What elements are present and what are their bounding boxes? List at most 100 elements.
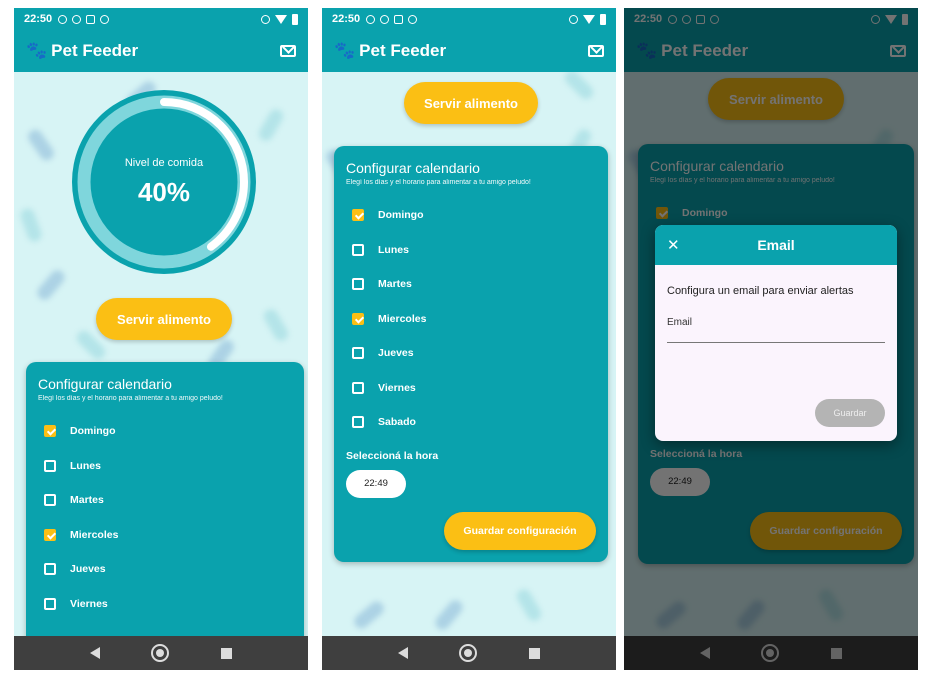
back-icon[interactable]	[397, 647, 408, 659]
checkbox-unchecked-icon[interactable]	[352, 243, 364, 256]
calendar-subtitle: Elegí los días y el horario para aliment…	[38, 395, 223, 402]
days-list: Domingo Lunes Martes Miercoles Jueves Viernes…	[346, 198, 596, 440]
checkbox-unchecked-icon[interactable]	[44, 597, 56, 610]
battery-icon	[600, 13, 606, 25]
day-label: Domingo	[70, 425, 116, 438]
app-title: Pet Feeder	[51, 41, 139, 60]
sync-icon	[569, 14, 578, 24]
checkbox-unchecked-icon[interactable]	[352, 278, 364, 291]
checkbox-unchecked-icon[interactable]	[352, 347, 364, 360]
days-list: Domingo Lunes Martes Miercoles Jueves Viernes	[38, 414, 292, 621]
day-label: Miercoles	[70, 528, 119, 541]
clipboard-icon	[86, 14, 96, 24]
serve-food-button[interactable]: Servir alimento	[404, 82, 538, 124]
dialog-header: ✕ Email	[655, 225, 897, 265]
serve-food-button[interactable]: Servir alimento	[96, 298, 232, 340]
location-icon	[72, 14, 82, 24]
home-icon[interactable]	[151, 644, 170, 662]
app-bar: 🐾 Pet Feeder	[14, 30, 308, 72]
day-row-domingo[interactable]: Domingo	[38, 414, 292, 449]
day-row-viernes[interactable]: Viernes	[346, 371, 596, 406]
save-config-button[interactable]: Guardar configuración	[444, 512, 596, 550]
paw-icon: 🐾	[26, 41, 48, 60]
recents-icon[interactable]	[529, 647, 541, 659]
email-field[interactable]: Email	[667, 317, 885, 343]
screen-calendar: 22:50 🐾 Pet Feeder Servir alimento Confi…	[322, 8, 616, 670]
eye-icon	[366, 14, 376, 24]
food-level-gauge: Nivel de comida 40%	[72, 90, 256, 274]
app-bar: 🐾 Pet Feeder	[322, 30, 616, 72]
calendar-card: Configurar calendario Elegí los días y e…	[334, 146, 608, 562]
location-icon	[380, 14, 390, 24]
day-label: Lunes	[378, 243, 409, 256]
checkbox-unchecked-icon[interactable]	[44, 494, 56, 507]
clipboard-icon	[394, 14, 404, 24]
calendar-title: Configurar calendario	[38, 376, 172, 392]
status-time: 22:50	[24, 13, 53, 25]
nav-bar	[14, 636, 308, 670]
checkbox-unchecked-icon[interactable]	[44, 459, 56, 472]
sync-icon	[261, 14, 270, 24]
cloud-icon	[100, 14, 110, 24]
wifi-icon	[583, 14, 595, 24]
wifi-icon	[275, 14, 287, 24]
day-row-jueves[interactable]: Jueves	[346, 336, 596, 371]
mail-icon[interactable]	[588, 45, 604, 57]
day-label: Martes	[378, 278, 412, 291]
day-row-jueves[interactable]: Jueves	[38, 552, 292, 587]
eye-icon	[58, 14, 68, 24]
calendar-card: Configurar calendario Elegí los días y e…	[26, 362, 304, 670]
day-label: Domingo	[378, 209, 424, 222]
nav-bar	[322, 636, 616, 670]
back-icon[interactable]	[89, 647, 100, 659]
checkbox-checked-icon[interactable]	[352, 312, 364, 325]
time-picker[interactable]: 22:49	[346, 469, 406, 498]
cloud-icon	[408, 14, 418, 24]
checkbox-checked-icon[interactable]	[44, 528, 56, 541]
save-email-button[interactable]: Guardar	[815, 399, 885, 427]
dialog-message: Configura un email para enviar alertas	[667, 285, 854, 297]
paw-icon: 🐾	[334, 41, 356, 60]
close-icon[interactable]: ✕	[667, 236, 683, 254]
app-title: Pet Feeder	[359, 41, 447, 60]
home-icon[interactable]	[459, 644, 478, 662]
dialog-title: Email	[757, 237, 795, 253]
day-row-sabado[interactable]: Sabado	[346, 405, 596, 440]
checkbox-unchecked-icon[interactable]	[44, 563, 56, 576]
day-row-martes[interactable]: Martes	[346, 267, 596, 302]
day-row-viernes[interactable]: Viernes	[38, 587, 292, 622]
status-bar: 22:50	[14, 8, 308, 30]
checkbox-checked-icon[interactable]	[44, 425, 56, 438]
mail-icon[interactable]	[280, 45, 296, 57]
day-label: Viernes	[70, 597, 108, 610]
email-dialog: ✕ Email Configura un email para enviar a…	[655, 225, 897, 441]
day-row-domingo[interactable]: Domingo	[346, 198, 596, 233]
day-label: Lunes	[70, 459, 101, 472]
day-row-miercoles[interactable]: Miercoles	[38, 518, 292, 553]
day-label: Viernes	[378, 381, 416, 394]
time-label: Seleccioná la hora	[346, 449, 439, 462]
status-time: 22:50	[332, 13, 361, 25]
day-row-lunes[interactable]: Lunes	[38, 449, 292, 484]
day-row-martes[interactable]: Martes	[38, 483, 292, 518]
status-bar: 22:50	[322, 8, 616, 30]
day-label: Sabado	[378, 416, 416, 429]
day-label: Jueves	[378, 347, 414, 360]
checkbox-checked-icon[interactable]	[352, 209, 364, 222]
screen-home: 22:50 🐾 Pet Feeder Nivel de comida 40% S…	[14, 8, 308, 670]
gauge-value: 40%	[137, 176, 191, 207]
calendar-title: Configurar calendario	[346, 160, 480, 176]
gauge-label: Nivel de comida	[124, 156, 204, 169]
day-label: Jueves	[70, 563, 106, 576]
email-field-label: Email	[667, 317, 693, 328]
day-label: Miercoles	[378, 312, 427, 325]
checkbox-unchecked-icon[interactable]	[352, 381, 364, 394]
day-label: Martes	[70, 494, 104, 507]
screen-email-dialog: 22:50 🐾 Pet Feeder Servir alimento Confi…	[624, 8, 918, 670]
day-row-miercoles[interactable]: Miercoles	[346, 302, 596, 337]
day-row-lunes[interactable]: Lunes	[346, 233, 596, 268]
checkbox-unchecked-icon[interactable]	[352, 416, 364, 429]
calendar-subtitle: Elegí los días y el horario para aliment…	[346, 179, 531, 186]
battery-icon	[292, 13, 298, 25]
recents-icon[interactable]	[221, 647, 233, 659]
